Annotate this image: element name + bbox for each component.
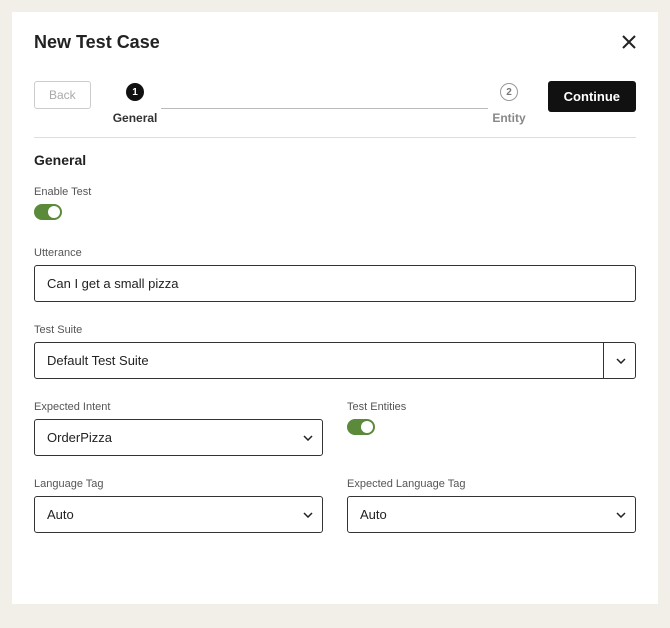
step-general[interactable]: 1 General: [113, 83, 158, 125]
test-suite-select[interactable]: Default Test Suite: [34, 342, 636, 379]
field-language-tag: Language Tag Auto: [34, 478, 323, 533]
dialog-header: New Test Case: [34, 32, 636, 53]
expected-language-tag-label: Expected Language Tag: [347, 478, 636, 490]
divider: [34, 137, 636, 138]
section-title: General: [34, 152, 636, 168]
step-entity-number: 2: [500, 83, 518, 101]
utterance-input[interactable]: [34, 265, 636, 302]
toggle-knob: [361, 421, 373, 433]
field-test-suite: Test Suite Default Test Suite: [34, 324, 636, 379]
test-suite-value: Default Test Suite: [47, 353, 149, 368]
expected-language-tag-select[interactable]: Auto: [347, 496, 636, 533]
step-general-number: 1: [126, 83, 144, 101]
field-utterance: Utterance: [34, 247, 636, 302]
enable-test-label: Enable Test: [34, 186, 636, 198]
close-icon: [622, 33, 636, 53]
expected-intent-label: Expected Intent: [34, 401, 323, 413]
step-entity-label: Entity: [492, 111, 525, 125]
stepper: 1 General 2 Entity: [103, 83, 536, 125]
utterance-label: Utterance: [34, 247, 636, 259]
continue-button[interactable]: Continue: [548, 81, 636, 112]
step-connector: [161, 108, 488, 109]
language-tag-label: Language Tag: [34, 478, 323, 490]
toggle-knob: [48, 206, 60, 218]
wizard-topbar: Back 1 General 2 Entity Continue: [34, 81, 636, 125]
dialog-panel: New Test Case Back 1 General 2 Entity Co…: [12, 12, 658, 604]
test-suite-label: Test Suite: [34, 324, 636, 336]
field-expected-intent: Expected Intent OrderPizza: [34, 401, 323, 456]
test-entities-label: Test Entities: [347, 401, 636, 413]
expected-intent-value: OrderPizza: [47, 430, 112, 445]
enable-test-toggle[interactable]: [34, 204, 62, 220]
select-divider: [603, 343, 604, 378]
test-entities-toggle[interactable]: [347, 419, 375, 435]
language-tag-value: Auto: [47, 507, 74, 522]
step-entity[interactable]: 2 Entity: [492, 83, 525, 125]
field-expected-language-tag: Expected Language Tag Auto: [347, 478, 636, 533]
expected-intent-select[interactable]: OrderPizza: [34, 419, 323, 456]
expected-language-tag-value: Auto: [360, 507, 387, 522]
close-button[interactable]: [622, 34, 636, 52]
dialog-title: New Test Case: [34, 32, 160, 53]
back-button[interactable]: Back: [34, 81, 91, 109]
step-general-label: General: [113, 111, 158, 125]
language-tag-select[interactable]: Auto: [34, 496, 323, 533]
field-test-entities: Test Entities: [347, 401, 636, 440]
field-enable-test: Enable Test: [34, 186, 636, 225]
